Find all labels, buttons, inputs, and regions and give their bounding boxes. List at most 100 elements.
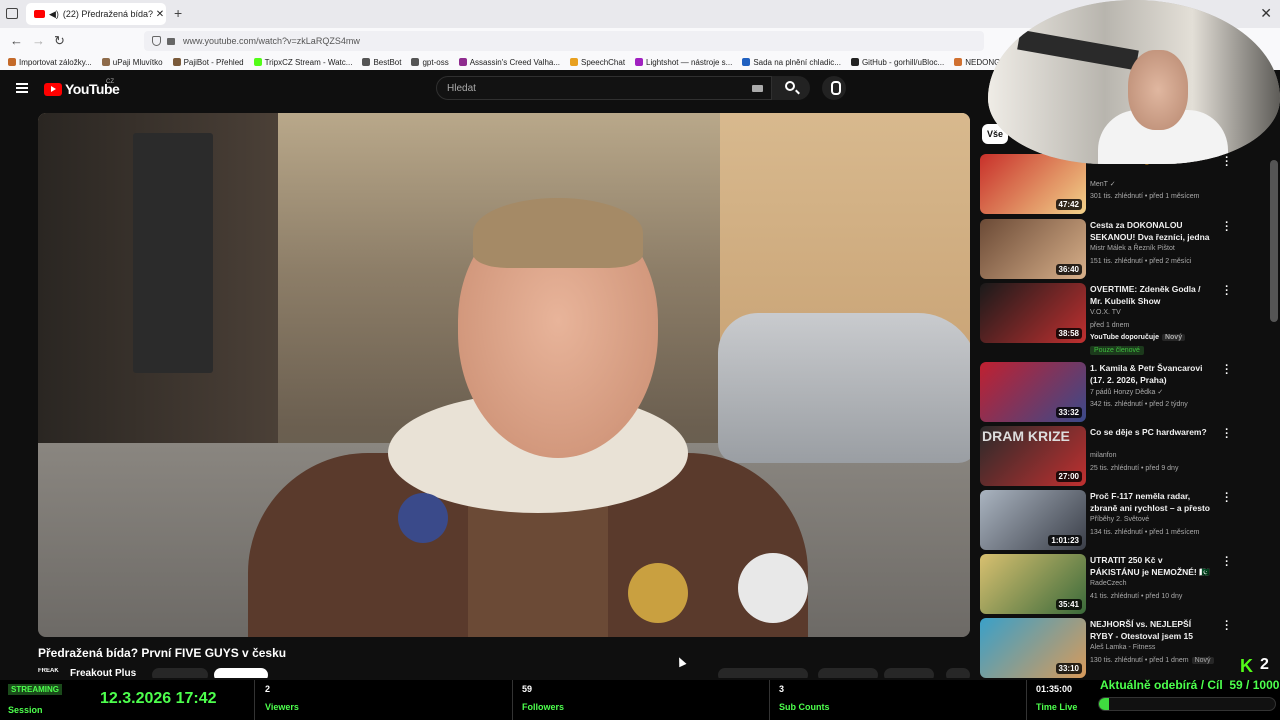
sidebar-scrollbar[interactable] (1270, 160, 1278, 322)
shield-icon[interactable] (152, 36, 161, 46)
duration-badge: 33:10 (1055, 663, 1082, 674)
video-scene-patch-wings (628, 563, 688, 623)
recommendation-channel[interactable]: V.O.X. TV (1090, 309, 1121, 316)
channel-name[interactable]: Freakout Plus (70, 668, 136, 678)
duration-badge: 27:00 (1055, 471, 1082, 482)
video-player[interactable] (38, 113, 970, 637)
bookmark-item[interactable]: Sada na plnění chladic... (742, 58, 841, 67)
bookmark-item[interactable]: uPaji Mluvítko (101, 57, 163, 67)
bookmark-item[interactable]: GitHub - gorhill/uBloc... (850, 58, 944, 67)
youtube-favicon-icon (34, 10, 45, 18)
bookmark-label: Importovat záložky... (19, 57, 92, 67)
speaker-icon[interactable]: ◀) (49, 9, 59, 20)
recommendation-item[interactable]: 1:01:23 Proč F-117 neměla radar, zbraně a… (980, 489, 1250, 550)
recommendation-thumbnail[interactable]: DRAM KRIZE 27:00 (980, 426, 1086, 486)
video-scene-hair (473, 198, 643, 268)
recommendation-thumbnail[interactable]: 35:41 (980, 554, 1086, 614)
bookmark-item[interactable]: TripxCZ Stream - Watc... (253, 57, 353, 67)
recommendation-title[interactable]: Proč F-117 neměla radar, zbraně ani rych… (1090, 490, 1214, 514)
recommendation-thumbnail[interactable]: 1:01:23 (980, 490, 1086, 550)
bookmark-item[interactable]: SpeechChat (570, 58, 625, 67)
new-tab-icon[interactable]: + (174, 5, 182, 21)
logo-country: CZ (106, 79, 114, 85)
recommendation-meta: 301 tis. zhlédnutí • před 1 měsícem (1090, 193, 1199, 200)
search-button[interactable] (772, 76, 810, 100)
more-options-icon[interactable]: ··· (1224, 489, 1230, 508)
back-arrow-icon[interactable]: ← (10, 33, 23, 48)
reload-icon[interactable]: ↻ (54, 33, 65, 49)
recommendation-item[interactable]: 36:40 Cesta za DOKONALOU SEKANOU! Dva řez… (980, 218, 1250, 279)
lock-icon[interactable] (167, 37, 175, 45)
kick-viewer-count: 2 (1260, 656, 1269, 673)
menu-icon[interactable] (16, 83, 28, 93)
more-options-icon[interactable]: ··· (1224, 425, 1230, 444)
recommendation-views-age: 41 tis. zhlédnutí • před 10 dny (1090, 593, 1183, 600)
close-tab-icon[interactable]: ✕ (154, 9, 166, 20)
recommendation-channel[interactable]: 7 pádů Honzy Dědka ✓ (1090, 388, 1163, 396)
recommendation-item[interactable]: 35:41 UTRATIT 250 Kč v PÁKISTÁNU je NEMOŽ… (980, 553, 1250, 614)
like-dislike-button[interactable] (718, 668, 808, 678)
bookmark-item[interactable]: gpt-oss (411, 58, 449, 67)
recommendation-channel[interactable]: milanfon (1090, 452, 1116, 459)
recommendation-thumbnail[interactable]: 33:32 (980, 362, 1086, 422)
bookmark-item[interactable]: Importovat záložky... (8, 58, 92, 67)
bookmark-label: Lightshot — nástroje s... (646, 57, 733, 67)
bookmark-item[interactable]: PajiBot - Přehled (172, 58, 244, 67)
recommendation-meta: 25 tis. zhlédnutí • před 9 dny (1090, 465, 1178, 472)
recommendation-item[interactable]: 38:58 OVERTIME: Zdeněk Godla / Mr. Kubelí… (980, 282, 1250, 355)
recommendation-title[interactable]: 1. Kamila & Petr Švancarovi (17. 2. 2026… (1090, 362, 1214, 386)
recommendation-channel[interactable]: RadeCzech (1090, 580, 1127, 587)
forward-arrow-icon[interactable]: → (32, 33, 45, 48)
join-button[interactable] (152, 668, 208, 678)
recommendation-title[interactable]: Co se děje s PC hardwarem? (1090, 426, 1214, 438)
recommendation-title[interactable]: NEJHORŠÍ vs. NEJLEPŠÍ RYBY - Otestoval j… (1090, 618, 1214, 642)
recommendation-channel[interactable]: MenT ✓ (1090, 180, 1116, 188)
thumbnail-text: DRAM KRIZE (982, 428, 1070, 444)
recommendation-item[interactable]: 33:10 NEJHORŠÍ vs. NEJLEPŠÍ RYBY - Otesto… (980, 617, 1250, 678)
keyboard-icon[interactable] (752, 85, 763, 92)
save-button[interactable] (884, 668, 934, 678)
more-options-icon[interactable]: ··· (1224, 282, 1230, 301)
time-live-value: 01:35:00 (1036, 684, 1073, 694)
share-button[interactable] (818, 668, 878, 678)
bookmark-item[interactable]: BestBot (362, 58, 401, 67)
browser-tab-active[interactable]: ◀) (22) Předražená bída? První ✕ (26, 3, 166, 25)
recommendation-title[interactable]: UTRATIT 250 Kč v PÁKISTÁNU je NEMOŽNÉ! 🇵… (1090, 554, 1214, 578)
bookmark-item[interactable]: Assassin's Creed Valha... (458, 58, 560, 67)
more-options-icon[interactable]: ··· (1224, 617, 1230, 636)
more-options-icon[interactable]: ··· (1224, 553, 1230, 572)
bookmark-label: BestBot (373, 57, 402, 67)
more-options-icon[interactable]: ··· (1224, 361, 1230, 380)
recommendation-thumbnail[interactable]: 33:10 (980, 618, 1086, 678)
recommendation-channel[interactable]: Mistr Málek a Řezník Pištot (1090, 245, 1175, 252)
webcam-overlay (988, 0, 1280, 164)
recommendation-title[interactable]: Cesta za DOKONALOU SEKANOU! Dva řezníci,… (1090, 219, 1214, 243)
viewers-label: Viewers (265, 702, 299, 712)
bookmark-label: TripxCZ Stream - Watc... (264, 57, 353, 67)
more-options-icon[interactable]: ··· (1224, 218, 1230, 237)
recommendation-meta: 134 tis. zhlédnutí • před 1 měsícem (1090, 529, 1199, 536)
recommendation-channel[interactable]: Příběhy 2. Světové (1090, 516, 1149, 523)
recommendation-thumbnail[interactable]: 36:40 (980, 219, 1086, 279)
recommendation-item[interactable]: DRAM KRIZE 27:00 Co se děje s PC hardwarem… (980, 425, 1250, 486)
recommendation-item[interactable]: 33:32 1. Kamila & Petr Švancarovi (17. 2.… (980, 361, 1250, 422)
recommendation-title[interactable]: OVERTIME: Zdeněk Godla / Mr. Kubelík Sho… (1090, 283, 1214, 307)
video-scene-chalkboard (133, 133, 213, 373)
subscribe-button[interactable] (214, 668, 268, 678)
address-bar[interactable]: www.youtube.com/watch?v=zkLaRQZS4mw (144, 31, 984, 51)
goal-progress-fill (1099, 698, 1110, 710)
overlay-divider (769, 680, 770, 720)
bookmark-label: SpeechChat (581, 57, 626, 67)
recommendation-channel[interactable]: Aleš Lamka - Fitness (1090, 644, 1155, 651)
bookmark-item[interactable]: Lightshot — nástroje s... (635, 58, 732, 67)
search-input[interactable]: Hledat (436, 76, 772, 100)
channel-avatar[interactable]: FREAK (38, 668, 62, 678)
recommendation-thumbnail[interactable]: 38:58 (980, 283, 1086, 343)
voice-search-mic-icon[interactable] (822, 76, 846, 100)
tab-list-icon[interactable] (6, 8, 18, 19)
url-text[interactable]: www.youtube.com/watch?v=zkLaRQZS4mw (183, 36, 360, 46)
bookmark-label: uPaji Mluvítko (112, 57, 163, 67)
youtube-logo[interactable]: YouTube CZ (44, 79, 120, 97)
video-scene-patch-star (738, 553, 808, 623)
more-actions-button[interactable] (946, 668, 970, 678)
